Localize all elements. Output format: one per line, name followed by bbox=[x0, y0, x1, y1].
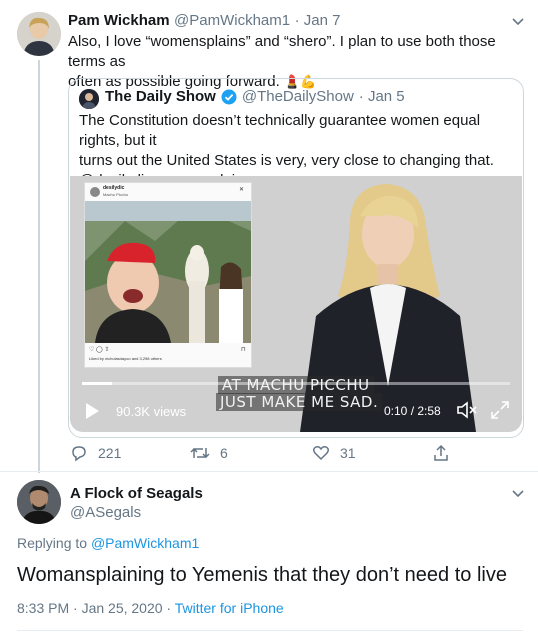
thread-line bbox=[38, 60, 40, 473]
play-icon[interactable] bbox=[84, 402, 100, 420]
video-views: 90.3K views bbox=[116, 404, 187, 419]
heart-icon bbox=[312, 446, 330, 461]
reply-text: Womansplaining to Yemenis that they don’… bbox=[17, 564, 507, 586]
author-name[interactable]: Pam Wickham bbox=[68, 12, 170, 29]
reply-chevron-down-icon[interactable] bbox=[511, 486, 525, 500]
reply-avatar[interactable] bbox=[17, 480, 61, 524]
like-count: 31 bbox=[340, 445, 356, 461]
replying-to-prefix: Replying to bbox=[17, 535, 88, 551]
retweet-action[interactable]: 6 bbox=[190, 444, 228, 462]
insta-location: Machu Picchu bbox=[103, 192, 129, 197]
machu-picchu-selfie-image bbox=[85, 201, 251, 343]
insta-avatar bbox=[90, 187, 100, 197]
avatar-photo-icon bbox=[17, 12, 61, 56]
video-progress-fill bbox=[82, 382, 112, 385]
reply-icon bbox=[72, 446, 86, 462]
daily-show-logo-icon bbox=[79, 89, 99, 109]
video-subtitle-line2: JUST MAKE ME SAD. bbox=[216, 393, 383, 411]
author-handle[interactable]: @PamWickham1 bbox=[174, 12, 290, 29]
insta-bookmark-icon: ⊓ bbox=[241, 347, 246, 353]
share-icon bbox=[434, 444, 448, 461]
mute-icon[interactable] bbox=[456, 400, 478, 420]
fullscreen-icon[interactable] bbox=[490, 400, 510, 420]
tweet-date[interactable]: · Jan 7 bbox=[295, 12, 341, 29]
bottom-divider bbox=[17, 630, 523, 631]
insta-user: desilydic bbox=[103, 185, 125, 191]
insta-likes: Liked by nicholasdayoo and 3,298 others bbox=[89, 356, 162, 361]
reply-author-handle[interactable]: @ASegals bbox=[70, 504, 203, 521]
tweet-divider bbox=[0, 471, 538, 472]
video-progress-track[interactable] bbox=[82, 382, 510, 385]
reply-timestamp[interactable]: 8:33 PM · Jan 25, 2020 · bbox=[17, 600, 171, 616]
verified-badge-icon bbox=[221, 89, 237, 104]
chevron-down-icon[interactable] bbox=[511, 14, 525, 28]
video-player[interactable]: desilydic Machu Picchu ✕ ♡ ◯ ⇧ ⊓ Liked b… bbox=[70, 176, 522, 432]
instagram-post-frame: desilydic Machu Picchu ✕ ♡ ◯ ⇧ ⊓ Liked b… bbox=[84, 182, 252, 368]
like-action[interactable]: 31 bbox=[312, 444, 356, 462]
reply-avatar-photo-icon bbox=[17, 480, 61, 524]
retweet-icon bbox=[190, 447, 210, 459]
reply-author-name[interactable]: A Flock of Seagals bbox=[70, 485, 203, 502]
quoted-tweet-card[interactable]: The Daily Show @TheDailyShow · Jan 5 The… bbox=[68, 78, 524, 438]
avatar[interactable] bbox=[17, 12, 61, 56]
quoted-text-line2: turns out the United States is very, ver… bbox=[79, 152, 494, 169]
quoted-author-name: The Daily Show bbox=[105, 88, 216, 105]
quoted-date: · Jan 5 bbox=[358, 88, 405, 105]
reply-source-link[interactable]: Twitter for iPhone bbox=[175, 600, 284, 616]
reply-action[interactable]: 221 bbox=[70, 444, 121, 462]
quoted-avatar bbox=[79, 89, 99, 109]
tweet-text-line1: Also, I love “womensplains” and “shero”.… bbox=[68, 33, 496, 70]
replying-to-link[interactable]: @PamWickham1 bbox=[91, 535, 199, 551]
video-subtitle-line1: AT MACHU PICCHU bbox=[218, 376, 374, 394]
quoted-text-line1: The Constitution doesn’t technically gua… bbox=[79, 112, 481, 149]
reply-count: 221 bbox=[98, 445, 122, 461]
quoted-author-handle: @TheDailyShow bbox=[241, 88, 354, 105]
share-action[interactable] bbox=[432, 444, 450, 462]
retweet-count: 6 bbox=[220, 445, 228, 461]
video-time: 0:10 / 2:58 bbox=[384, 404, 441, 418]
insta-close-icon: ✕ bbox=[239, 187, 245, 193]
insta-action-icons: ♡ ◯ ⇧ bbox=[89, 347, 110, 353]
